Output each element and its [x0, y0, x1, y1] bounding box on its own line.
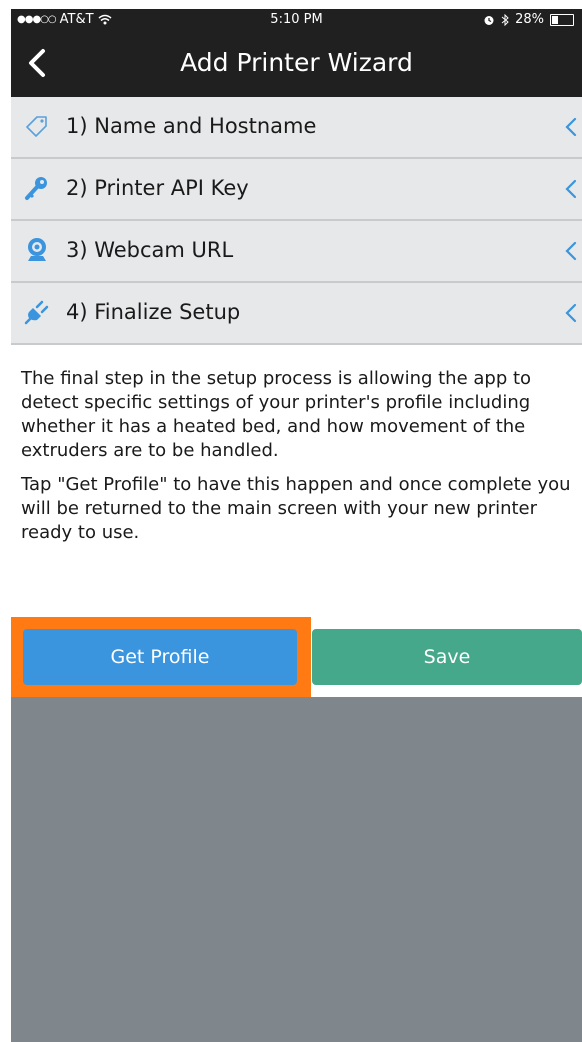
step-label: 1) Name and Hostname [66, 114, 317, 138]
step-webcam-url[interactable]: 3) Webcam URL [11, 221, 582, 283]
battery-level [552, 15, 558, 24]
get-profile-button[interactable]: Get Profile [23, 629, 297, 685]
description-paragraph: Tap "Get Profile" to have this happen an… [21, 474, 571, 543]
app-screen: ●●●○○ AT&T 5:10 PM 28% Add Printer Wizar… [11, 9, 582, 1042]
step-label: 4) Finalize Setup [66, 300, 241, 324]
battery-percent: 28% [515, 12, 544, 27]
empty-content-area [11, 697, 582, 1042]
description-paragraph: The final step in the setup process is a… [21, 368, 532, 461]
finalize-description: The final step in the setup process is a… [21, 367, 576, 555]
alarm-icon [484, 15, 494, 25]
chevron-left-icon [565, 117, 577, 137]
navigation-bar: Add Printer Wizard [11, 31, 582, 97]
step-api-key[interactable]: 2) Printer API Key [11, 159, 582, 221]
step-label: 2) Printer API Key [66, 176, 249, 200]
wizard-steps: 1) Name and Hostname 2) Printer API Key [11, 97, 582, 345]
tag-icon [26, 116, 47, 137]
page-title: Add Printer Wizard [180, 48, 413, 77]
step-name-hostname[interactable]: 1) Name and Hostname [11, 97, 582, 159]
key-icon [25, 177, 47, 200]
step-label: 3) Webcam URL [66, 238, 234, 262]
chevron-left-icon [565, 303, 577, 323]
chevron-left-icon [565, 241, 577, 261]
status-bar: ●●●○○ AT&T 5:10 PM 28% [11, 9, 582, 31]
save-button[interactable]: Save [312, 629, 582, 685]
bluetooth-icon [501, 13, 509, 26]
step-finalize-setup[interactable]: 4) Finalize Setup [11, 283, 582, 345]
battery-icon [550, 13, 574, 26]
chevron-left-icon [565, 179, 577, 199]
webcam-icon [28, 238, 46, 261]
status-right: 28% [483, 12, 574, 27]
plug-icon [24, 300, 49, 325]
